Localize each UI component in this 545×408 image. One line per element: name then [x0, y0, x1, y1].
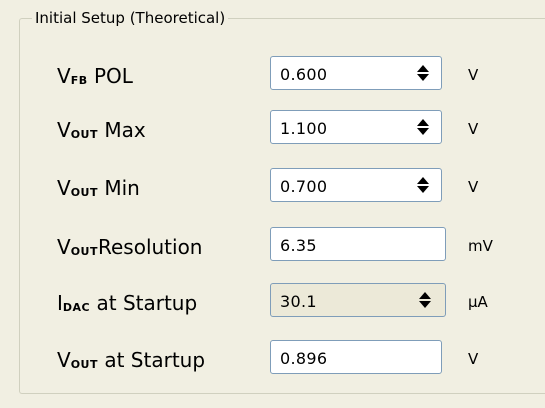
idac-startup-unit: μA: [468, 293, 488, 311]
spin-up-icon[interactable]: [416, 119, 429, 126]
row-idac-startup: IDAC at Startup 30.1 μA: [0, 283, 545, 323]
idac-startup-combo[interactable]: 30.1: [270, 283, 446, 317]
idac-startup-label: IDAC at Startup: [57, 291, 198, 315]
vout-startup-unit: V: [468, 350, 479, 368]
spin-up-icon[interactable]: [416, 65, 429, 72]
row-vfb-pol: VFB POL 0.600 V: [0, 56, 545, 96]
vout-startup-field[interactable]: 0.896: [270, 340, 442, 374]
vout-resolution-unit: mV: [468, 237, 493, 255]
row-vout-resolution: VOUTResolution 6.35 mV: [0, 227, 545, 267]
vout-max-value[interactable]: 1.100: [280, 119, 327, 139]
spin-up-icon[interactable]: [418, 292, 431, 299]
vfb-pol-spinbox[interactable]: 0.600: [270, 56, 442, 90]
vout-startup-label: VOUT at Startup: [57, 348, 206, 372]
vout-max-spin-buttons[interactable]: [406, 113, 439, 141]
idac-startup-value[interactable]: 30.1: [280, 292, 317, 312]
vout-startup-value[interactable]: 0.896: [280, 349, 327, 369]
vout-max-unit: V: [468, 120, 479, 138]
vfb-pol-value[interactable]: 0.600: [280, 65, 327, 85]
spin-down-icon[interactable]: [418, 301, 431, 308]
vout-min-unit: V: [468, 178, 479, 196]
spin-down-icon[interactable]: [416, 74, 429, 81]
spin-down-icon[interactable]: [416, 128, 429, 135]
vout-resolution-label: VOUTResolution: [57, 235, 203, 259]
spin-down-icon[interactable]: [416, 186, 429, 193]
idac-startup-spin-buttons[interactable]: [408, 286, 441, 314]
vout-resolution-value[interactable]: 6.35: [280, 236, 317, 256]
vfb-pol-label: VFB POL: [57, 64, 133, 88]
vout-max-spinbox[interactable]: 1.100: [270, 110, 442, 144]
row-vout-max: VOUT Max 1.100 V: [0, 110, 545, 150]
spin-up-icon[interactable]: [416, 177, 429, 184]
vout-min-spin-buttons[interactable]: [406, 171, 439, 199]
row-vout-startup: VOUT at Startup 0.896 V: [0, 340, 545, 380]
vfb-pol-spin-buttons[interactable]: [406, 59, 439, 87]
vout-resolution-field[interactable]: 6.35: [270, 227, 446, 261]
vout-min-spinbox[interactable]: 0.700: [270, 168, 442, 202]
vout-min-value[interactable]: 0.700: [280, 177, 327, 197]
row-vout-min: VOUT Min 0.700 V: [0, 168, 545, 208]
vout-max-label: VOUT Max: [57, 118, 146, 142]
vout-min-label: VOUT Min: [57, 176, 140, 200]
vfb-pol-unit: V: [468, 66, 479, 84]
group-title: Initial Setup (Theoretical): [32, 9, 229, 27]
